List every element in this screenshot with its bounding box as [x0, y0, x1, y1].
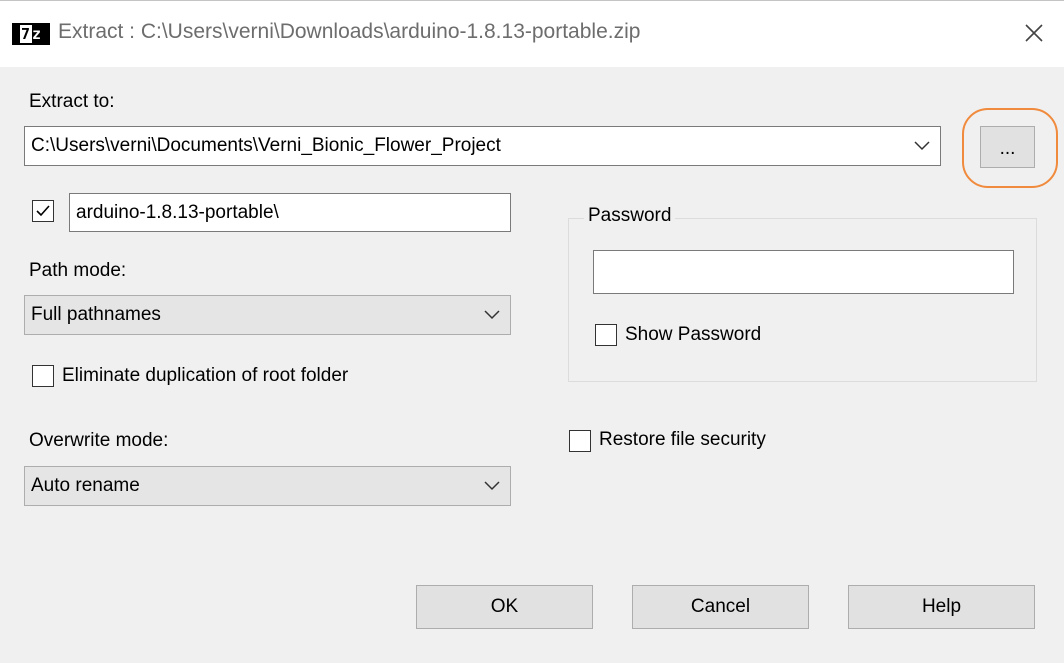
path-mode-select[interactable]: Full pathnames [24, 295, 511, 335]
help-button[interactable]: Help [848, 585, 1035, 629]
restore-security-label: Restore file security [599, 429, 766, 450]
cancel-button-label: Cancel [690, 596, 751, 617]
close-button[interactable] [1012, 11, 1056, 55]
password-groupbox [568, 218, 1037, 382]
chevron-down-icon [484, 481, 500, 491]
extract-to-value: C:\Users\verni\Documents\Verni_Bionic_Fl… [31, 135, 501, 156]
show-password-checkbox[interactable] [595, 324, 617, 346]
ok-button-label: OK [490, 596, 519, 617]
help-button-label: Help [921, 596, 962, 617]
window-title: Extract : C:\Users\verni\Downloads\ardui… [58, 20, 641, 43]
cancel-button[interactable]: Cancel [632, 585, 809, 629]
subfolder-value: arduino-1.8.13-portable\ [76, 201, 279, 223]
overwrite-mode-label: Overwrite mode: [29, 430, 169, 451]
path-mode-label: Path mode: [29, 260, 127, 281]
checkmark-icon [36, 205, 50, 217]
password-group-title: Password [584, 205, 676, 227]
title-bar: 7z Extract : C:\Users\verni\Downloads\ar… [0, 1, 1064, 67]
extract-dialog: 7z Extract : C:\Users\verni\Downloads\ar… [0, 0, 1064, 663]
browse-button-highlight [962, 108, 1058, 188]
restore-security-checkbox[interactable] [569, 430, 591, 452]
overwrite-mode-value: Auto rename [31, 475, 140, 496]
path-mode-value: Full pathnames [31, 304, 161, 325]
password-input[interactable] [593, 250, 1014, 294]
subfolder-input[interactable]: arduino-1.8.13-portable\ [69, 193, 511, 232]
chevron-down-icon[interactable] [914, 141, 930, 151]
overwrite-mode-select[interactable]: Auto rename [24, 466, 511, 506]
show-password-label: Show Password [625, 324, 762, 345]
7zip-app-icon: 7z [12, 23, 50, 45]
eliminate-duplication-label: Eliminate duplication of root folder [62, 365, 349, 386]
ok-button[interactable]: OK [416, 585, 593, 629]
extract-to-combobox[interactable]: C:\Users\verni\Documents\Verni_Bionic_Fl… [24, 126, 941, 166]
extract-to-label: Extract to: [29, 91, 115, 112]
subfolder-checkbox[interactable] [32, 200, 54, 222]
close-icon [1025, 24, 1043, 42]
chevron-down-icon [484, 310, 500, 320]
eliminate-duplication-checkbox[interactable] [32, 365, 54, 387]
